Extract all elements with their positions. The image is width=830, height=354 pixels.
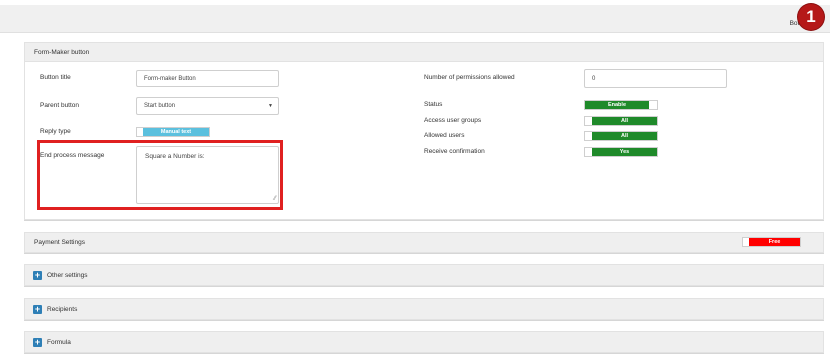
permissions-input[interactable]: 0 [584,69,727,88]
button-title-value: Form-maker Button [144,75,196,82]
payment-panel-title: Payment Settings [34,239,85,246]
access-groups-value: All [592,117,657,125]
other-settings-panel[interactable]: + Other settings [24,264,824,286]
recipients-header: + Recipients [25,299,823,319]
highlight-box [37,140,283,210]
status-label: Status [424,101,443,108]
receive-confirmation-label: Receive confirmation [424,148,485,155]
permissions-value: 0 [592,75,596,82]
panel-title: Form-Maker button [34,48,90,56]
other-settings-header: + Other settings [25,265,823,285]
panel-header: Form-Maker button [25,43,823,62]
access-groups-toggle[interactable]: All [584,116,658,126]
payment-value: Free [749,238,800,246]
button-title-input[interactable]: Form-maker Button [136,70,279,87]
step-number-badge: 1 [798,4,824,30]
payment-toggle[interactable]: Free [742,237,801,247]
payment-settings-panel[interactable]: Payment Settings [24,232,824,253]
access-groups-label: Access user groups [424,117,482,124]
formula-title: Formula [47,338,71,346]
allowed-users-value: All [592,132,657,140]
recipients-panel[interactable]: + Recipients [24,298,824,320]
formula-header: + Formula [25,332,823,352]
receive-confirmation-toggle[interactable]: Yes [584,147,658,157]
parent-button-label: Parent button [40,102,80,109]
allowed-users-toggle[interactable]: All [584,131,658,141]
expand-plus-icon[interactable]: + [33,270,42,280]
button-title-label: Button title [40,74,71,81]
status-toggle[interactable]: Enable [584,100,658,110]
expand-plus-icon[interactable]: + [33,304,42,314]
reply-type-label: Reply type [40,128,71,135]
other-settings-title: Other settings [47,271,88,279]
allowed-users-label: Allowed users [424,132,465,139]
reply-type-value: Manual text [143,128,209,136]
parent-button-value: Start button [144,103,176,109]
reply-type-toggle[interactable]: Manual text [136,127,210,137]
receive-confirmation-value: Yes [592,148,657,156]
expand-plus-icon[interactable]: + [33,337,42,347]
status-value: Enable [585,101,649,109]
formula-panel[interactable]: + Formula [24,331,824,353]
recipients-title: Recipients [47,305,78,313]
parent-button-select[interactable]: Start button ▼ [136,97,279,115]
permissions-label: Number of permissions allowed [424,74,515,81]
top-bar: Bot butt [0,5,830,33]
chevron-down-icon: ▼ [268,103,273,109]
payment-panel-header: Payment Settings [25,233,823,252]
